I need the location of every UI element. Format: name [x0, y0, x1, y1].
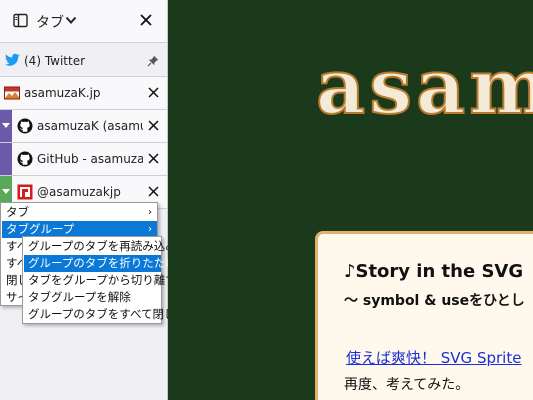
- site-logo: asam: [315, 41, 533, 132]
- tab-label: GitHub - asamuza: [37, 152, 143, 166]
- tab-group-bar[interactable]: [0, 143, 12, 175]
- submenu-item-label: グループのタブを折りたたむ: [28, 256, 177, 270]
- sidebar-title[interactable]: タブ: [36, 12, 64, 32]
- tab-label: asamuzaK.jp: [24, 86, 101, 100]
- sidebar-header: タブ: [0, 0, 167, 43]
- submenu-item-label: タブグループを解除: [28, 290, 131, 304]
- github-icon: [17, 151, 33, 167]
- twitter-bird-icon: [5, 53, 20, 66]
- tab-label: @asamuzakjp: [37, 185, 121, 199]
- article-card: ♪Story in the SVG 〜 symbol & useをひとし 使えば…: [315, 231, 533, 400]
- menu-item-close[interactable]: 閉じ: [2, 272, 29, 289]
- tab-github-asamuza[interactable]: GitHub - asamuza: [0, 143, 167, 176]
- submenu-item-label: タブをグループから切り離す: [28, 273, 177, 287]
- web-page-content: asam ♪Story in the SVG 〜 symbol & useをひと…: [168, 0, 533, 400]
- card-decoration: [518, 234, 533, 400]
- menu-item-label: タブグループ: [6, 222, 75, 236]
- hatena-favicon-icon: [17, 184, 33, 200]
- card-title: ♪Story in the SVG: [344, 261, 524, 282]
- group-collapse-triangle-icon[interactable]: [2, 123, 10, 128]
- submenu-item-label: グループのタブを再読み込み: [28, 239, 177, 253]
- tab-group-submenu: グループのタブを再読み込み グループのタブを折りたたむ タブをグループから切り離…: [22, 236, 187, 324]
- menu-item-tab[interactable]: タブ ›: [2, 204, 157, 221]
- github-icon: [17, 118, 33, 134]
- tab-asamuzak-github[interactable]: asamuzaK (asamuza: [0, 110, 167, 143]
- submenu-item-close-group[interactable]: グループのタブをすべて閉じる: [24, 306, 187, 323]
- asamuzak-favicon-icon: [4, 86, 20, 100]
- pinned-tab-twitter[interactable]: (4) Twitter: [0, 44, 167, 77]
- group-collapse-triangle-icon[interactable]: [2, 189, 10, 194]
- submenu-item-label: グループのタブをすべて閉じる: [28, 307, 188, 321]
- menu-item-sidebar[interactable]: サイ: [2, 289, 29, 306]
- submenu-item-reload-group[interactable]: グループのタブを再読み込み: [24, 238, 177, 255]
- menu-item-label: タブ: [6, 205, 29, 219]
- submenu-item-collapse-group[interactable]: グループのタブを折りたたむ: [24, 255, 177, 272]
- submenu-item-detach-tab[interactable]: タブをグループから切り離す: [24, 272, 177, 289]
- close-tab-icon[interactable]: [148, 153, 159, 164]
- pin-icon[interactable]: [147, 55, 159, 67]
- menu-item-select-all[interactable]: すべ: [2, 238, 28, 255]
- pinned-tab-label: (4) Twitter: [24, 54, 86, 68]
- close-sidebar-icon[interactable]: [139, 13, 153, 27]
- card-text: 再度、考えてみた。: [344, 377, 470, 393]
- tab-label: asamuzaK (asamuza: [37, 119, 143, 133]
- menu-item-all[interactable]: すべ: [2, 255, 28, 272]
- submenu-arrow-icon: ›: [148, 207, 152, 218]
- card-subtitle: 〜 symbol & useをひとし: [344, 293, 525, 309]
- sidebar-panel-icon[interactable]: [13, 13, 28, 28]
- close-tab-icon[interactable]: [148, 87, 159, 98]
- submenu-item-ungroup[interactable]: タブグループを解除: [24, 289, 161, 306]
- chevron-down-icon[interactable]: [65, 15, 77, 25]
- sidebar: タブ (4) Twitter asamuzaK.jp asamuzaK (asa…: [0, 0, 168, 400]
- article-link[interactable]: 使えば爽快！ SVG Sprite: [346, 347, 521, 368]
- close-tab-icon[interactable]: [148, 186, 159, 197]
- tab-asamuzak-jp[interactable]: asamuzaK.jp: [0, 77, 167, 110]
- close-tab-icon[interactable]: [148, 120, 159, 131]
